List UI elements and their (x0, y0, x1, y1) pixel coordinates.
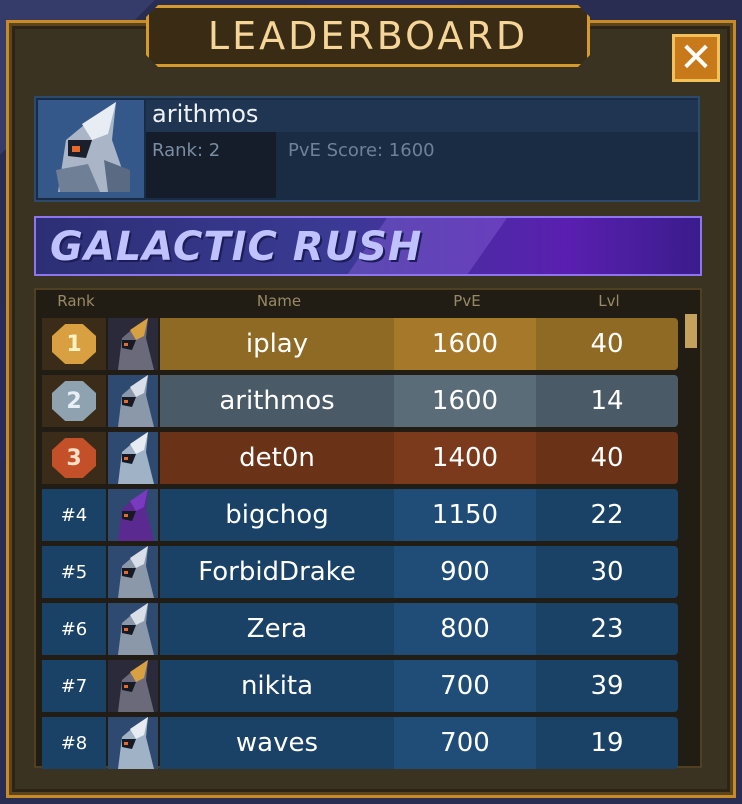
close-button[interactable]: ✕ (672, 34, 720, 82)
rank-number: #7 (60, 675, 88, 697)
level-cell: 40 (536, 318, 678, 370)
pve-score-cell: 1600 (394, 375, 536, 427)
player-score: PvE Score: 1600 (288, 140, 435, 161)
rank-medal-icon: 1 (52, 324, 96, 364)
rank-medal-icon: 2 (52, 381, 96, 421)
player-name-cell: arithmos (160, 375, 394, 427)
player-name-cell: bigchog (160, 489, 394, 541)
level-cell: 23 (536, 603, 678, 655)
level-cell: 30 (536, 546, 678, 598)
player-portrait (108, 546, 158, 598)
rank-number: #6 (60, 618, 88, 640)
rank-number: #4 (60, 504, 88, 526)
player-portrait (108, 660, 158, 712)
event-title: GALACTIC RUSH (50, 224, 423, 270)
level-cell: 19 (536, 717, 678, 769)
player-portrait (108, 432, 158, 484)
player-portrait (108, 375, 158, 427)
pve-score-cell: 1150 (394, 489, 536, 541)
rank-cell: #5 (42, 546, 106, 598)
table-row[interactable]: #4 bigchog 1150 22 (42, 489, 678, 541)
player-name-cell: Zera (160, 603, 394, 655)
rank-cell: #7 (42, 660, 106, 712)
table-row[interactable]: #8 waves 700 19 (42, 717, 678, 769)
player-name-cell: det0n (160, 432, 394, 484)
page-title: LEADERBOARD (207, 14, 529, 58)
player-name-cell: waves (160, 717, 394, 769)
level-cell: 39 (536, 660, 678, 712)
event-banner: GALACTIC RUSH (34, 216, 702, 276)
rank-cell: #6 (42, 603, 106, 655)
rank-cell: 2 (42, 375, 106, 427)
pve-score-cell: 700 (394, 660, 536, 712)
level-cell: 14 (536, 375, 678, 427)
pve-score-cell: 700 (394, 717, 536, 769)
table-row[interactable]: #7 nikita 700 39 (42, 660, 678, 712)
rank-cell: #4 (42, 489, 106, 541)
pve-score-cell: 800 (394, 603, 536, 655)
rank-cell: 1 (42, 318, 106, 370)
close-icon: ✕ (679, 35, 713, 81)
player-avatar (38, 100, 144, 198)
player-rank: Rank: 2 (152, 140, 221, 161)
level-cell: 40 (536, 432, 678, 484)
player-name-cell: iplay (160, 318, 394, 370)
player-portrait (108, 717, 158, 769)
table-row[interactable]: 3 det0n 1400 40 (42, 432, 678, 484)
header-pve: PvE (453, 292, 481, 310)
table-row[interactable]: 2 arithmos 1600 14 (42, 375, 678, 427)
header-name: Name (256, 292, 302, 310)
table-row[interactable]: #5 ForbidDrake 900 30 (42, 546, 678, 598)
header-rank: Rank (57, 292, 95, 310)
player-name-cell: nikita (160, 660, 394, 712)
pve-score-cell: 1600 (394, 318, 536, 370)
rank-medal-icon: 3 (52, 438, 96, 478)
player-name: arithmos (152, 100, 259, 128)
rank-number: #5 (60, 561, 88, 583)
scrollbar-thumb[interactable] (685, 314, 697, 348)
player-name-cell: ForbidDrake (160, 546, 394, 598)
player-profile-card: arithmos Rank: 2 PvE Score: 1600 (34, 96, 700, 202)
pve-score-cell: 900 (394, 546, 536, 598)
leaderboard-table: Rank Name PvE Lvl 1 iplay 1600 40 2 arithmos 1… (34, 288, 702, 769)
player-portrait (108, 318, 158, 370)
rank-cell: #8 (42, 717, 106, 769)
rank-cell: 3 (42, 432, 106, 484)
table-row[interactable]: #6 Zera 800 23 (42, 603, 678, 655)
level-cell: 22 (536, 489, 678, 541)
player-portrait (108, 603, 158, 655)
title-tab: LEADERBOARD (146, 5, 590, 67)
pve-score-cell: 1400 (394, 432, 536, 484)
table-row[interactable]: 1 iplay 1600 40 (42, 318, 678, 370)
rank-number: #8 (60, 732, 88, 754)
player-portrait (108, 489, 158, 541)
header-lvl: Lvl (598, 292, 620, 310)
